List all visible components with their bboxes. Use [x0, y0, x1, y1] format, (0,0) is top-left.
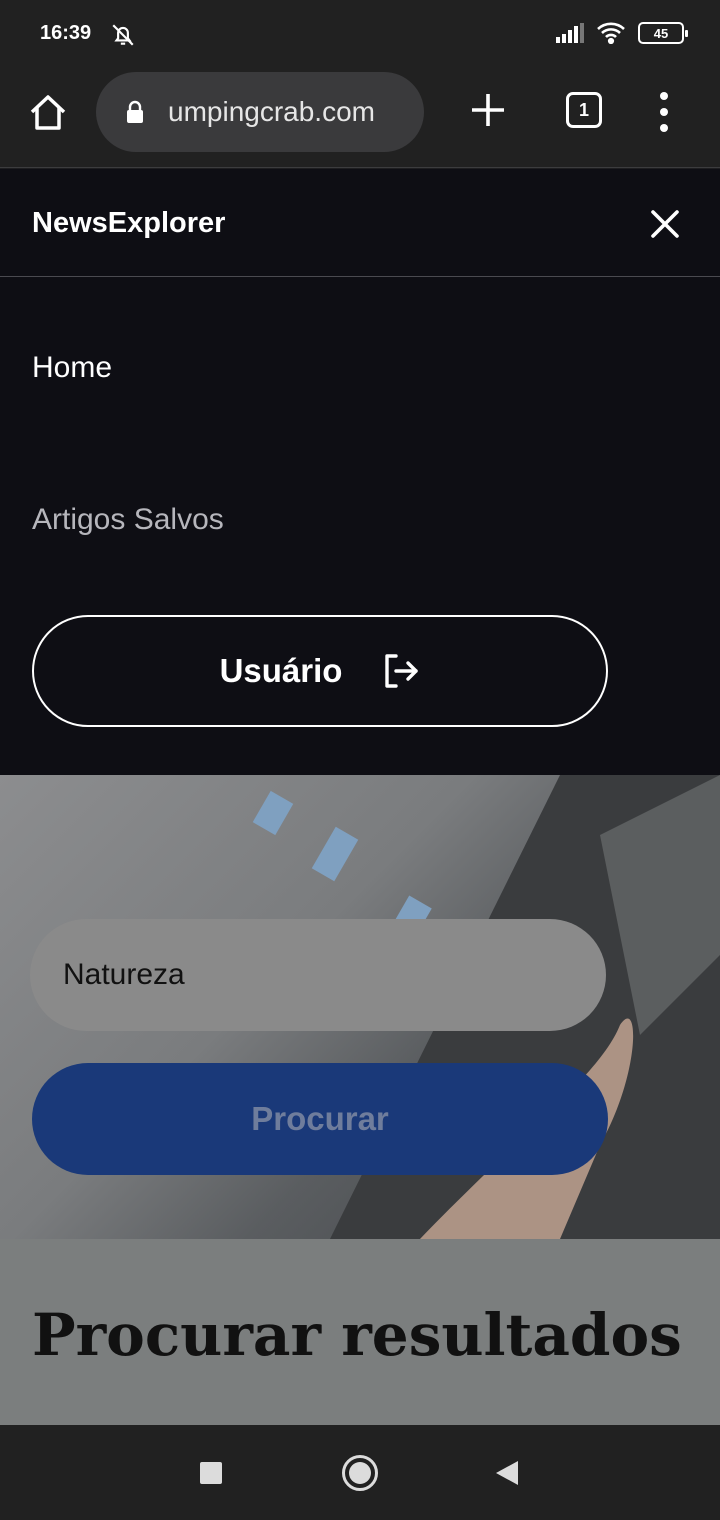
nav-item-home[interactable]: Home [32, 351, 112, 385]
lock-icon [127, 100, 143, 123]
drawer-header: NewsExplorer [0, 169, 720, 277]
brand-logo[interactable]: NewsExplorer [32, 207, 225, 240]
battery-icon: 45 [638, 22, 688, 44]
home-icon[interactable] [26, 90, 70, 134]
status-bar: 16:39 45 [0, 0, 720, 70]
home-nav-icon[interactable] [342, 1455, 378, 1491]
tab-switcher-button[interactable]: 1 [566, 92, 602, 128]
bell-off-icon [112, 24, 134, 46]
address-bar[interactable]: umpingcrab.com [96, 72, 424, 152]
signal-icon [556, 23, 584, 43]
nav-item-saved-articles[interactable]: Artigos Salvos [32, 503, 224, 537]
close-icon[interactable] [648, 207, 682, 241]
back-icon[interactable] [494, 1459, 520, 1487]
results-section: Procurar resultados [0, 1239, 720, 1425]
status-time: 16:39 [40, 22, 92, 44]
more-vert-icon[interactable] [652, 90, 676, 134]
hero-search-section: Procurar [0, 775, 720, 1239]
nav-drawer: NewsExplorer Home Artigos Salvos Usuário [0, 169, 720, 775]
new-tab-icon[interactable] [468, 90, 508, 130]
logout-icon [385, 654, 419, 688]
search-input[interactable] [30, 919, 606, 1031]
url-text: umpingcrab.com [168, 96, 375, 127]
results-title: Procurar resultados [32, 1301, 682, 1369]
search-button[interactable]: Procurar [32, 1063, 608, 1175]
tab-count: 1 [578, 99, 589, 120]
recents-icon[interactable] [200, 1462, 222, 1484]
battery-level: 45 [653, 25, 669, 41]
user-button-label: Usuário [219, 652, 343, 689]
user-logout-button[interactable]: Usuário [32, 615, 608, 727]
system-nav-bar [0, 1425, 720, 1520]
status-icons: 45 [556, 22, 688, 44]
browser-toolbar: umpingcrab.com 1 [0, 70, 720, 168]
wifi-icon [597, 22, 625, 44]
